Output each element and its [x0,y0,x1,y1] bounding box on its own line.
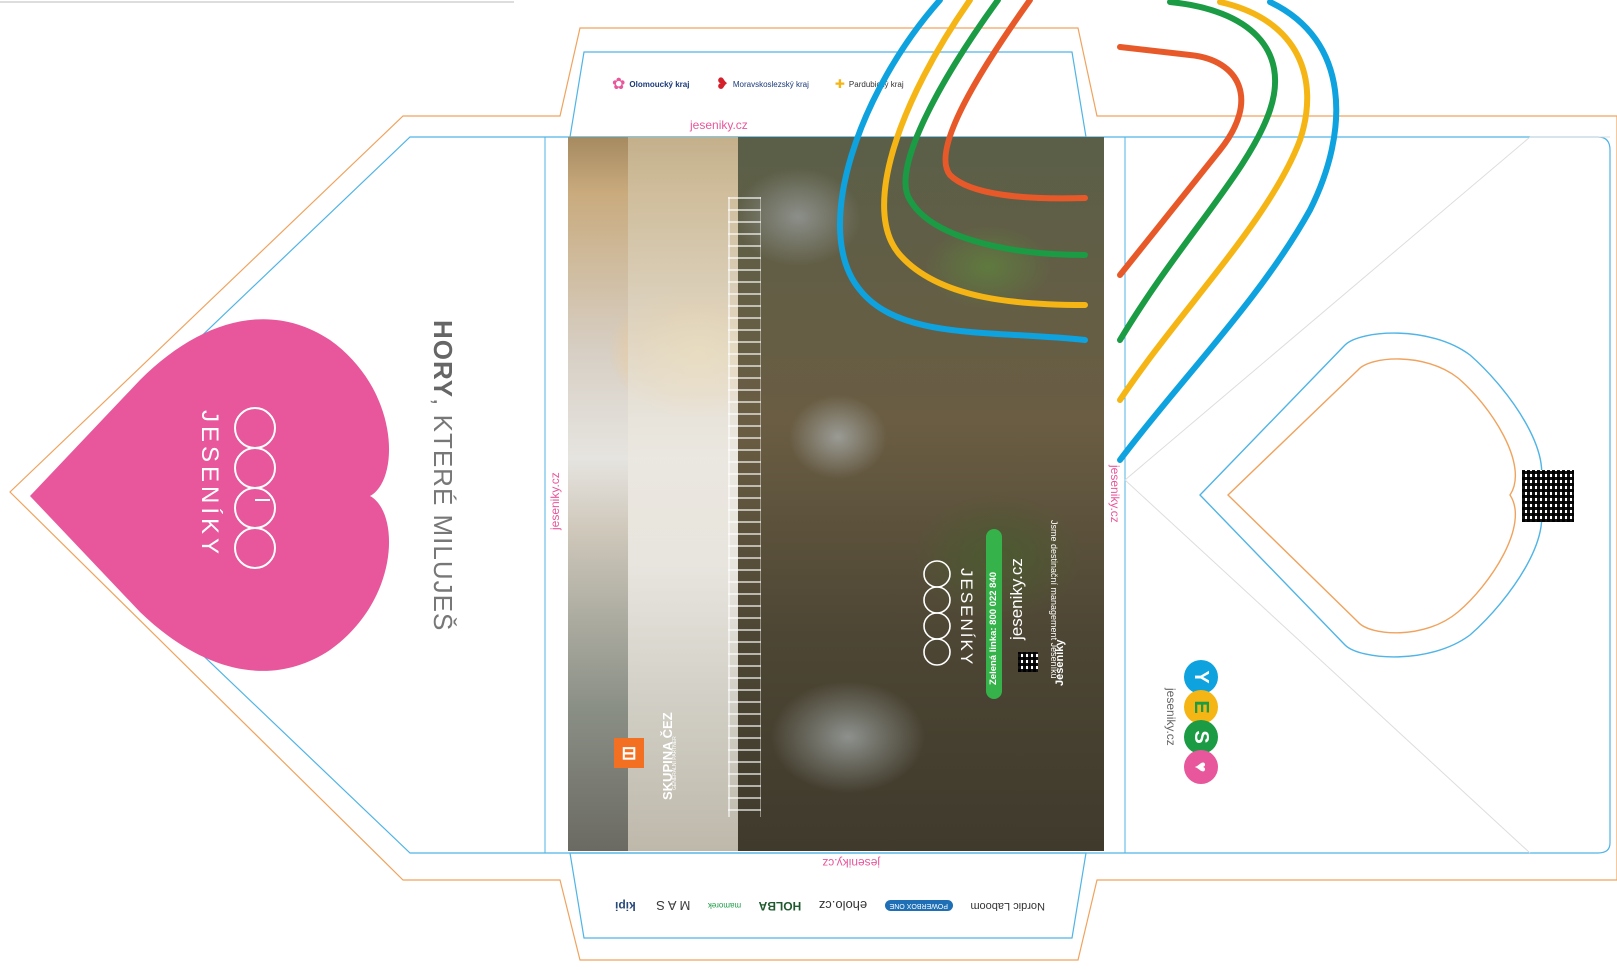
tagline-bold: HORY [428,320,458,399]
tagline: HORY, KTERÉ MILUJEŠ [427,320,458,631]
yes-badge: Y E S ♥ [1184,660,1218,785]
cover-brand-text: JESENÍKY [957,568,976,667]
cez-sub: GENERÁLNÍ PARTNER [672,736,678,790]
cez-logo-box: ⊟ [614,738,644,768]
cover-qr-code [1018,652,1038,672]
kipi-logo: kipi [615,899,636,913]
cover-url-right: jeseniky.cz [1108,465,1122,523]
holba-logo: HOLBA [758,899,802,913]
olomoucky-logo: ✿ Olomoucký kraj [612,76,690,93]
yes-e: E [1184,690,1218,724]
cover-url-bottom: jeseniky.cz [822,856,880,870]
yes-y: Y [1184,660,1218,694]
bird-icon: ❥ [715,76,729,93]
yes-url: jeseniky.cz [1164,688,1178,746]
cez-icon: ⊟ [621,742,637,763]
bottom-flap-logos: kipi MAS mamorek HOLBA eholo.cz POWERBOX… [615,886,1045,926]
tagline-rest: , KTERÉ MILUJEŠ [428,398,458,632]
moravskoslezsky-logo: ❥ Moravskoslezský kraj [715,76,809,93]
flower-icon: ✿ [612,76,626,93]
nordic-logo: Nordic Laboom [970,900,1045,912]
mamorek-logo: mamorek [707,901,742,911]
cover-brand-circles-icon [923,560,951,666]
yes-s: S [1184,720,1218,754]
jeseniky-small-logo: Jeseníky [1054,639,1066,686]
eholo-logo: eholo.cz [818,898,868,914]
mas-logo: MAS [653,898,691,914]
cover-website: jeseniky.cz [1007,558,1026,640]
heart-brand-logo: JESENÍKY [190,400,300,570]
yes-heart-icon: ♥ [1184,750,1218,784]
rainbow-stripes [837,0,1340,463]
powerbox-logo: POWERBOX ONE [884,900,953,912]
right-qr-code [1522,470,1574,522]
top-flap-url: jeseniky.cz [690,118,748,132]
cover-url-left: jeseniky.cz [548,472,562,530]
photo-railing [728,197,761,817]
hotline-text: Zelená linka: 800 022 840 [988,571,999,685]
heart-brand-text: JESENÍKY [196,410,223,559]
